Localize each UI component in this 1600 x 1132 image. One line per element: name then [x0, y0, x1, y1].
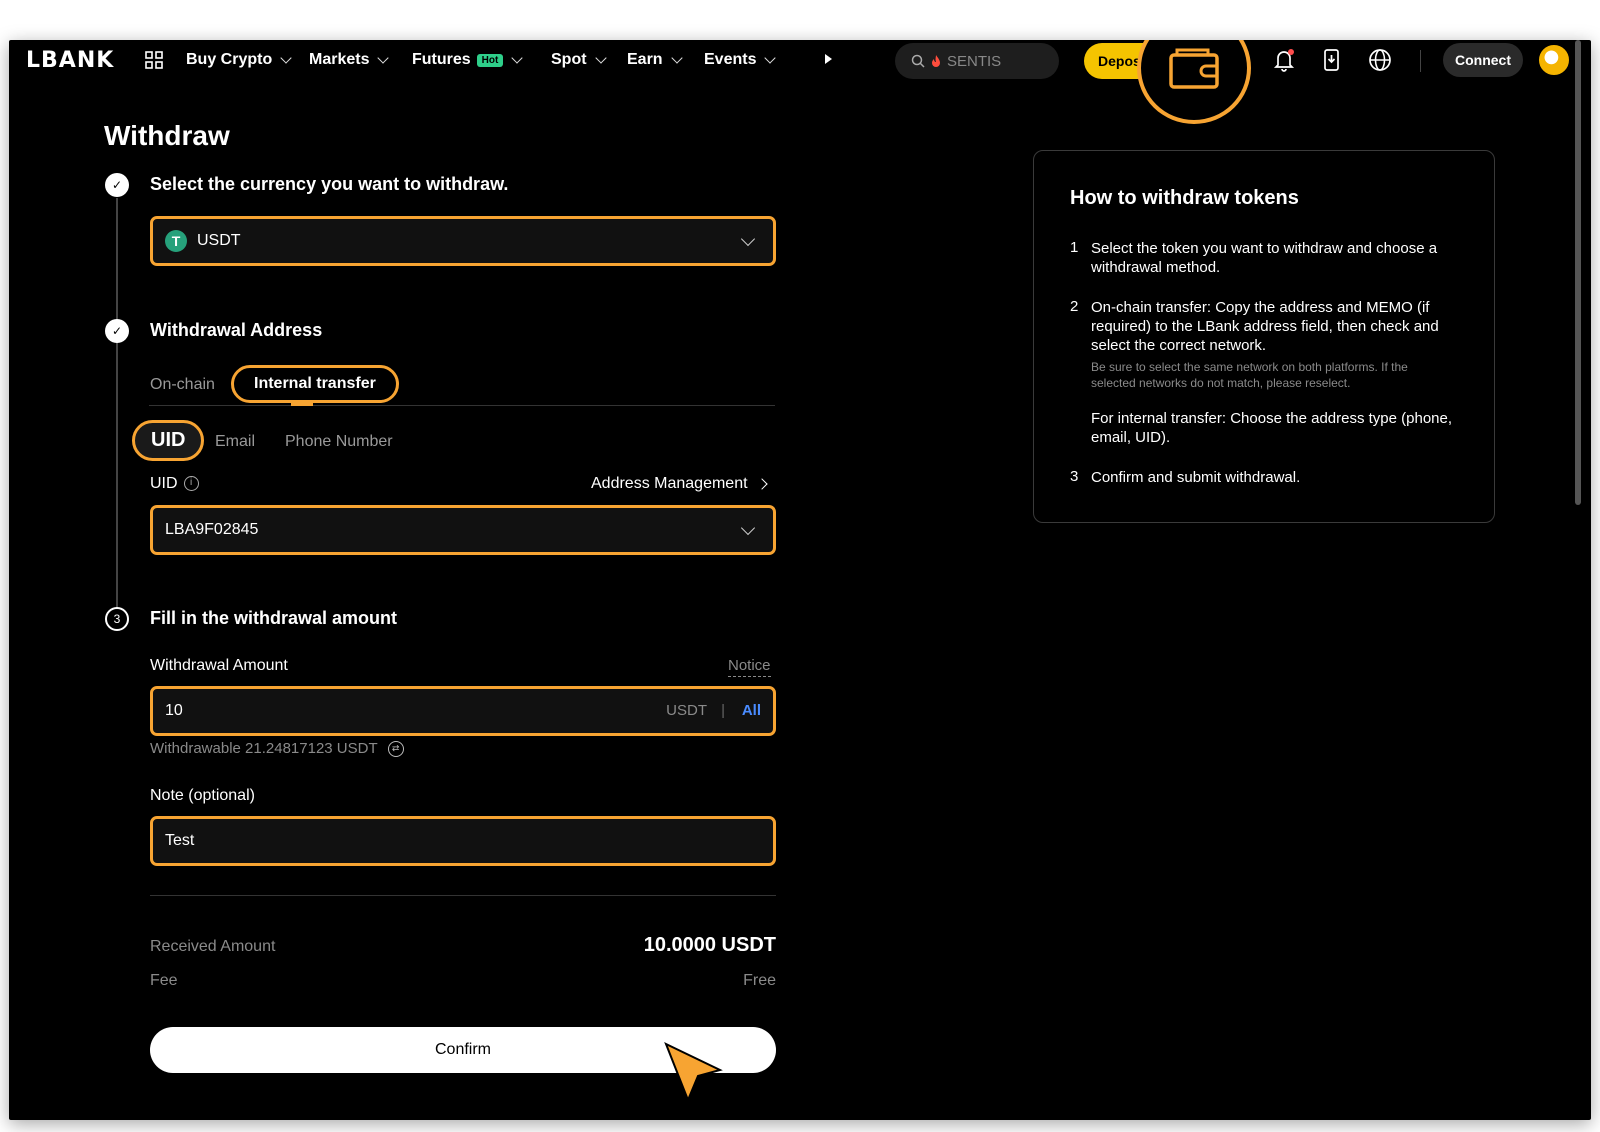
- bell-icon[interactable]: [1271, 47, 1297, 73]
- nav-spot[interactable]: Spot: [551, 51, 607, 69]
- amount-value: 10: [165, 702, 183, 719]
- guide-step-3-text: Confirm and submit withdrawal.: [1091, 469, 1301, 486]
- cursor-pointer-icon: [664, 1042, 723, 1103]
- nav-markets[interactable]: Markets: [309, 51, 390, 69]
- guide-step-1-number: 1: [1070, 239, 1079, 256]
- withdrawal-amount-label: Withdrawal Amount: [150, 657, 288, 674]
- chevron-down-icon: [511, 51, 524, 64]
- address-management-label: Address Management: [591, 475, 748, 492]
- guide-title: How to withdraw tokens: [1070, 187, 1299, 209]
- step-1-check-icon: ✓: [105, 173, 129, 197]
- uid-label: UID i: [150, 475, 199, 493]
- flame-icon: [932, 55, 940, 67]
- nav-events[interactable]: Events: [704, 51, 777, 69]
- lbank-logo[interactable]: LBANK: [26, 48, 114, 73]
- chevron-right-icon: [755, 478, 768, 490]
- hot-badge: Hot: [476, 53, 504, 67]
- note-input[interactable]: Test: [150, 816, 776, 866]
- nav-label: Futures: [412, 51, 471, 68]
- info-icon[interactable]: i: [183, 476, 199, 492]
- search-input[interactable]: SENTIS: [895, 43, 1059, 79]
- tabs-underline: [149, 405, 775, 406]
- note-label: Note (optional): [150, 787, 255, 804]
- chevron-down-icon: [740, 231, 756, 247]
- scrollbar[interactable]: [1575, 40, 1581, 505]
- fee-label: Fee: [150, 972, 178, 989]
- avatar[interactable]: [1539, 45, 1569, 75]
- search-icon: [911, 54, 925, 68]
- guide-step-1-text: Select the token you want to withdraw an…: [1091, 240, 1438, 276]
- step-2-title: Withdrawal Address: [150, 320, 323, 340]
- usdt-icon: T: [165, 230, 187, 252]
- step-2-check-icon: ✓: [105, 319, 129, 343]
- uid-label-text: UID: [150, 475, 178, 492]
- received-amount-value: 10.0000 USDT: [643, 934, 776, 956]
- more-menu-arrow-icon[interactable]: [825, 54, 832, 64]
- tab-internal-transfer[interactable]: Internal transfer: [231, 365, 399, 403]
- section-divider: [150, 895, 776, 896]
- currency-select[interactable]: T USDT: [150, 216, 776, 266]
- chevron-down-icon: [670, 51, 683, 64]
- stepper-line: [116, 198, 118, 628]
- step-3-number: 3: [105, 607, 129, 631]
- chevron-down-icon: [764, 51, 777, 64]
- nav-buy-crypto[interactable]: Buy Crypto: [186, 51, 292, 69]
- guide-step-2-text: On-chain transfer: Copy the address and …: [1091, 299, 1439, 354]
- tab-on-chain[interactable]: On-chain: [150, 376, 215, 394]
- all-button[interactable]: All: [742, 702, 761, 719]
- uid-value: LBA9F02845: [165, 521, 259, 538]
- nav-futures[interactable]: Futures Hot: [412, 51, 524, 69]
- subtab-phone-number[interactable]: Phone Number: [285, 433, 393, 451]
- guide-step-2-note: Be sure to select the same network on bo…: [1091, 360, 1408, 390]
- withdrawable-text: Withdrawable 21.24817123 USDT: [150, 740, 378, 757]
- apps-grid-icon[interactable]: [145, 51, 163, 69]
- connect-button[interactable]: Connect: [1443, 43, 1523, 77]
- withdrawable-balance: Withdrawable 21.24817123 USDT ⇄: [150, 740, 404, 757]
- withdraw-guide-panel: How to withdraw tokens 1 Select the toke…: [1033, 150, 1495, 523]
- download-app-icon[interactable]: [1319, 47, 1345, 73]
- nav-label: Earn: [627, 51, 663, 68]
- received-amount-label: Received Amount: [150, 938, 276, 955]
- fee-value: Free: [743, 972, 776, 989]
- chevron-down-icon: [740, 520, 756, 536]
- nav-earn[interactable]: Earn: [627, 51, 683, 69]
- uid-select[interactable]: LBA9F02845: [150, 505, 776, 555]
- step-3-title: Fill in the withdrawal amount: [150, 608, 398, 628]
- app-window: LBANK Buy Crypto Markets Futures Hot Spot…: [9, 40, 1591, 1120]
- nav-label: Buy Crypto: [186, 51, 273, 68]
- address-management-link[interactable]: Address Management: [591, 475, 768, 493]
- wallet-icon: [1169, 48, 1219, 89]
- notice-link[interactable]: Notice: [728, 657, 771, 677]
- nav-label: Markets: [309, 51, 370, 68]
- subtab-email[interactable]: Email: [215, 433, 255, 451]
- currency-value: USDT: [197, 232, 241, 249]
- chevron-down-icon: [377, 51, 390, 64]
- nav-divider: [1420, 50, 1421, 72]
- chevron-down-icon: [280, 51, 292, 64]
- nav-label: Spot: [551, 51, 587, 68]
- page-title: Withdraw: [104, 120, 230, 151]
- guide-step-3-number: 3: [1070, 468, 1079, 485]
- withdrawal-amount-input[interactable]: 10 USDT | All: [150, 686, 776, 736]
- guide-step-2-number: 2: [1070, 298, 1079, 315]
- top-nav: LBANK Buy Crypto Markets Futures Hot Spot…: [9, 40, 1591, 124]
- note-value: Test: [165, 832, 195, 849]
- active-tab-indicator: [291, 403, 313, 406]
- transfer-icon[interactable]: ⇄: [387, 740, 404, 757]
- chevron-down-icon: [594, 51, 607, 64]
- step-1-title: Select the currency you want to withdraw…: [150, 174, 509, 194]
- search-placeholder: SENTIS: [947, 52, 1002, 70]
- amount-separator: |: [721, 702, 725, 719]
- guide-step-2-extra: For internal transfer: Choose the addres…: [1091, 410, 1453, 446]
- nav-label: Events: [704, 51, 757, 68]
- globe-icon[interactable]: [1367, 47, 1393, 73]
- amount-unit: USDT: [666, 702, 707, 719]
- wallet-highlight[interactable]: [1137, 40, 1251, 124]
- subtab-uid[interactable]: UID: [132, 420, 205, 461]
